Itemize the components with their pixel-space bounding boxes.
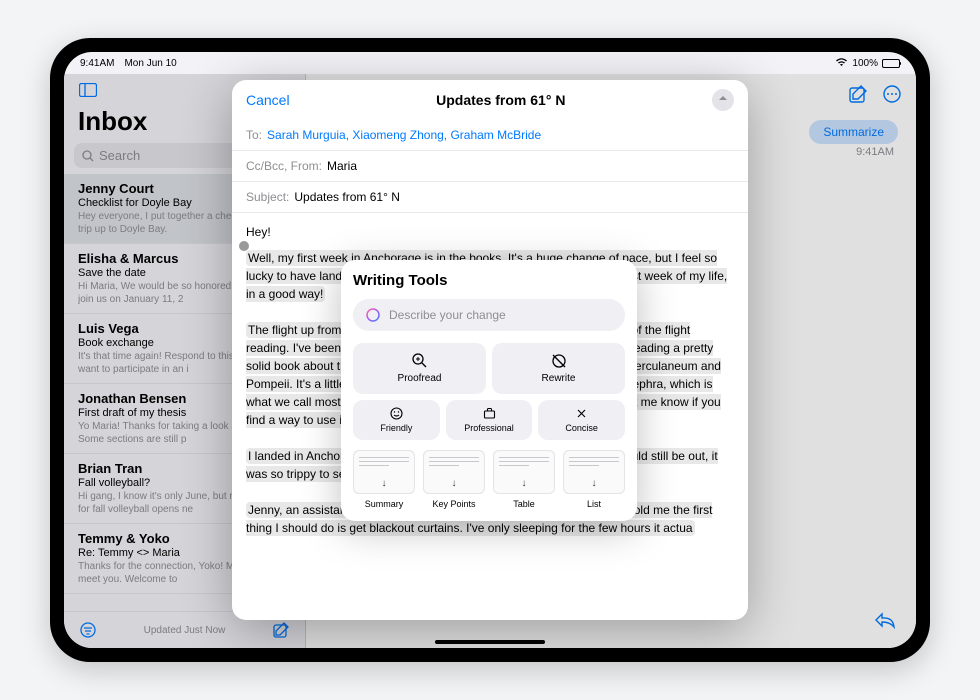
add-recipient-button[interactable] <box>712 89 734 111</box>
sparkle-icon <box>365 307 381 323</box>
screen: 9:41AM Mon Jun 10 100% Inbox <box>64 52 916 648</box>
ccbcc-field[interactable]: Cc/Bcc, From: Maria <box>232 151 748 182</box>
writing-tools-popover: Writing Tools Describe your change Proof… <box>341 260 637 521</box>
home-indicator[interactable] <box>435 640 545 644</box>
battery-percent: 100% <box>852 58 878 69</box>
more-icon[interactable] <box>882 84 902 104</box>
compose-new-icon[interactable] <box>848 84 868 104</box>
compose-title: Updates from 61° N <box>436 92 565 108</box>
message-timestamp: 9:41AM <box>856 146 894 158</box>
smile-icon <box>390 407 403 420</box>
status-bar: 9:41AM Mon Jun 10 100% <box>64 52 916 74</box>
professional-button[interactable]: Professional <box>446 400 533 440</box>
filter-icon[interactable] <box>78 620 98 640</box>
keypoints-format-button[interactable]: ↓ Key Points <box>423 450 485 509</box>
concise-icon <box>575 407 588 420</box>
describe-change-input[interactable]: Describe your change <box>353 299 625 331</box>
table-format-button[interactable]: ↓ Table <box>493 450 555 509</box>
list-format-button[interactable]: ↓ List <box>563 450 625 509</box>
summarize-button[interactable]: Summarize <box>809 120 898 144</box>
status-date: Mon Jun 10 <box>124 58 176 69</box>
to-field[interactable]: To: Sarah Murguia, Xiaomeng Zhong, Graha… <box>232 120 748 151</box>
ipad-device-frame: 9:41AM Mon Jun 10 100% Inbox <box>50 38 930 662</box>
status-time: 9:41AM <box>80 58 114 69</box>
compose-icon[interactable] <box>271 620 291 640</box>
summary-format-button[interactable]: ↓ Summary <box>353 450 415 509</box>
magnify-icon <box>412 353 428 369</box>
sidebar-toggle-icon[interactable] <box>78 80 98 100</box>
friendly-button[interactable]: Friendly <box>353 400 440 440</box>
proofread-button[interactable]: Proofread <box>353 343 486 394</box>
rewrite-button[interactable]: Rewrite <box>492 343 625 394</box>
briefcase-icon <box>483 407 496 420</box>
cancel-button[interactable]: Cancel <box>246 92 290 108</box>
writing-tools-title: Writing Tools <box>353 272 625 289</box>
reply-icon[interactable] <box>874 611 896 634</box>
search-icon <box>82 150 94 162</box>
subject-field[interactable]: Subject: Updates from 61° N <box>232 182 748 213</box>
rewrite-icon <box>551 353 567 369</box>
selection-handle[interactable] <box>239 241 249 251</box>
battery-icon <box>882 59 900 68</box>
concise-button[interactable]: Concise <box>538 400 625 440</box>
wifi-icon <box>835 57 848 70</box>
